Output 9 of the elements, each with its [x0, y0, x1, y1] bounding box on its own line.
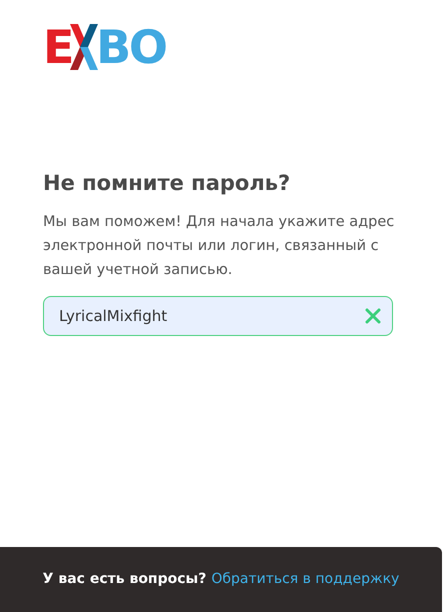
page-heading: Не помните пароль? — [43, 170, 292, 197]
clear-icon[interactable] — [365, 308, 381, 324]
support-question: У вас есть вопросы? — [42, 570, 206, 589]
logo-letter: E — [43, 24, 72, 70]
support-link[interactable]: Обратиться в поддержку — [211, 569, 400, 590]
logo-letters: BO — [96, 24, 166, 70]
logo-chevron-icon — [70, 24, 98, 70]
login-field[interactable]: LyricalMixfight — [43, 296, 393, 336]
description-text: Мы вам поможем! Для начала укажите адрес электронной почты или логин, связанный с вашей учетной записью. — [43, 213, 396, 280]
